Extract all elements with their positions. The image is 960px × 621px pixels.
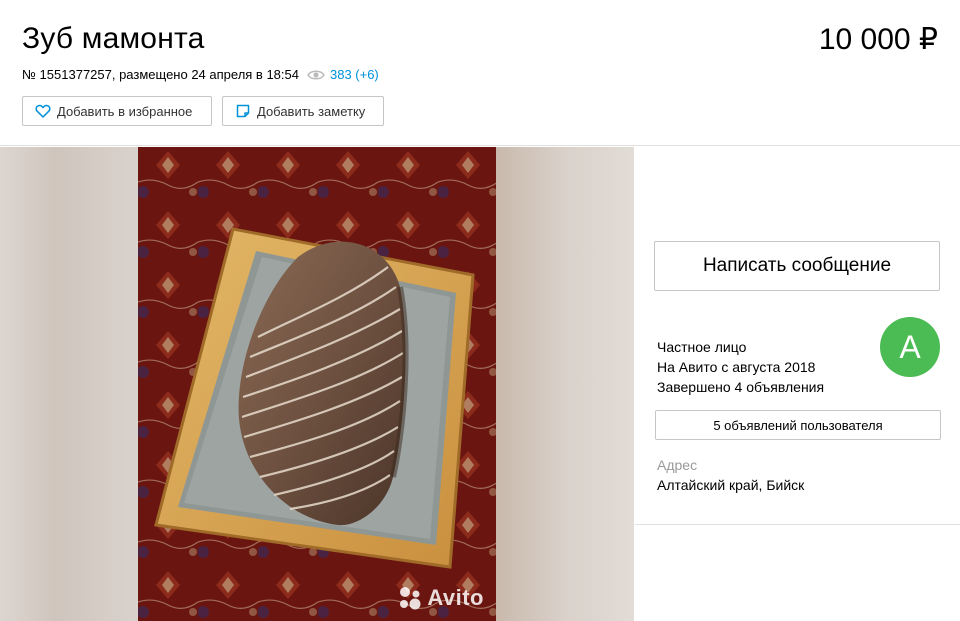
address-label: Адрес [657, 457, 698, 473]
views-count: 383 (+6) [329, 67, 379, 82]
note-icon [236, 104, 250, 118]
photo-gallery[interactable]: Avito [0, 147, 634, 621]
add-to-favorites-label: Добавить в избранное [57, 103, 193, 119]
listing-header: Зуб мамонта 10 000 ₽ № 1551377257, разме… [0, 0, 960, 146]
avito-watermark: Avito [397, 585, 484, 611]
eye-icon [307, 70, 325, 79]
write-message-button[interactable]: Написать сообщение [654, 241, 940, 291]
seller-avatar[interactable]: А [880, 317, 940, 377]
views-counter[interactable]: 383 (+6) [307, 67, 379, 82]
seller-ads-button[interactable]: 5 объявлений пользователя [655, 410, 941, 440]
listing-title: Зуб мамонта [22, 22, 205, 55]
seller-since: На Авито с августа 2018 [657, 359, 816, 375]
listing-meta: № 1551377257, размещено 24 апреля в 18:5… [22, 67, 379, 82]
add-note-button[interactable]: Добавить заметку [222, 96, 384, 126]
add-to-favorites-button[interactable]: Добавить в избранное [22, 96, 212, 126]
heart-icon [35, 104, 51, 118]
listing-price: 10 000 ₽ [818, 23, 938, 56]
add-note-label: Добавить заметку [257, 103, 366, 119]
avito-logo-icon [400, 587, 421, 610]
listing-photo[interactable]: Avito [138, 147, 496, 621]
seller-type: Частное лицо [657, 339, 747, 355]
seller-info: Частное лицо На Авито с августа 2018 Зав… [657, 337, 824, 397]
address-value: Алтайский край, Бийск [657, 477, 805, 493]
seller-completed-ads: Завершено 4 объявления [657, 379, 825, 395]
mammoth-tooth-photo [138, 147, 496, 621]
seller-sidebar: Написать сообщение Частное лицо На Авито… [635, 147, 960, 525]
gallery-blur-left [0, 147, 138, 621]
avito-watermark-text: Avito [427, 585, 484, 610]
listing-id-date: № 1551377257, размещено 24 апреля в 18:5… [22, 67, 299, 82]
gallery-blur-right [496, 147, 634, 621]
